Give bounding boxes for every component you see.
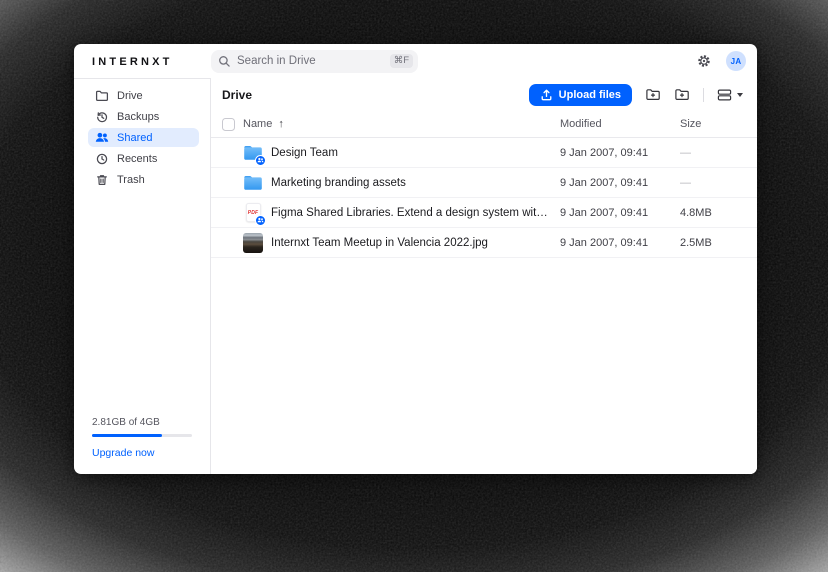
image-thumbnail bbox=[243, 233, 263, 253]
storage-progress-fill bbox=[92, 434, 162, 437]
sidebar-item-shared[interactable]: Shared bbox=[88, 128, 199, 147]
sidebar-item-trash[interactable]: Trash bbox=[88, 170, 199, 189]
history-icon bbox=[95, 110, 109, 124]
clock-icon bbox=[95, 152, 109, 166]
sidebar-item-label: Shared bbox=[117, 132, 152, 144]
search-shortcut-badge: ⌘F bbox=[390, 54, 413, 68]
empty-area bbox=[211, 258, 757, 474]
storage-progress-track bbox=[92, 434, 192, 437]
settings-gear-icon[interactable] bbox=[697, 54, 711, 68]
upload-files-label: Upload files bbox=[559, 89, 621, 101]
column-header-size[interactable]: Size bbox=[680, 118, 757, 130]
sidebar-item-backups[interactable]: Backups bbox=[88, 107, 199, 126]
main-content: Drive Upload files bbox=[211, 78, 757, 474]
file-size: — bbox=[680, 147, 757, 159]
pdf-file-icon: PDF bbox=[243, 203, 263, 223]
file-modified: 9 Jan 2007, 09:41 bbox=[560, 147, 680, 159]
file-name: Marketing branding assets bbox=[271, 177, 416, 189]
search-placeholder: Search in Drive bbox=[237, 55, 390, 67]
file-size: — bbox=[680, 177, 757, 189]
breadcrumb[interactable]: Drive bbox=[222, 88, 252, 102]
select-all-checkbox[interactable] bbox=[222, 118, 235, 131]
list-view-icon bbox=[717, 88, 732, 102]
pdf-label: PDF bbox=[248, 210, 259, 216]
upgrade-now-link[interactable]: Upgrade now bbox=[92, 447, 154, 459]
upload-folder-button[interactable] bbox=[645, 87, 661, 102]
internxt-logo: INTERNXT bbox=[92, 56, 173, 68]
content-toolbar: Drive Upload files bbox=[211, 78, 757, 111]
file-modified: 9 Jan 2007, 09:41 bbox=[560, 237, 680, 249]
sidebar-item-recents[interactable]: Recents bbox=[88, 149, 199, 168]
file-modified: 9 Jan 2007, 09:41 bbox=[560, 177, 680, 189]
storage-section: 2.81GB of 4GB Upgrade now bbox=[74, 417, 210, 474]
sidebar: Drive Backups bbox=[74, 78, 211, 474]
sort-ascending-icon[interactable]: ↑ bbox=[278, 118, 284, 130]
file-modified: 9 Jan 2007, 09:41 bbox=[560, 207, 680, 219]
shared-folder-icon bbox=[243, 143, 263, 163]
chevron-down-icon bbox=[737, 93, 743, 97]
sidebar-item-label: Recents bbox=[117, 153, 157, 165]
file-name: Internxt Team Meetup in Valencia 2022.jp… bbox=[271, 237, 498, 249]
view-mode-toggle[interactable] bbox=[717, 88, 743, 102]
toolbar-separator bbox=[703, 88, 704, 102]
file-size: 2.5MB bbox=[680, 237, 757, 249]
sidebar-item-label: Trash bbox=[117, 174, 145, 186]
search-icon bbox=[218, 55, 231, 68]
file-name: Figma Shared Libraries. Extend a design … bbox=[271, 207, 560, 219]
file-row-design-team[interactable]: Design Team 9 Jan 2007, 09:41 — bbox=[211, 138, 757, 168]
app-window: INTERNXT Search in Drive ⌘F JA bbox=[74, 44, 757, 474]
new-folder-button[interactable] bbox=[674, 87, 690, 102]
file-row-marketing-assets[interactable]: Marketing branding assets 9 Jan 2007, 09… bbox=[211, 168, 757, 198]
file-name: Design Team bbox=[271, 147, 348, 159]
search-input[interactable]: Search in Drive ⌘F bbox=[211, 50, 418, 73]
table-header: Name ↑ Modified Size bbox=[211, 111, 757, 137]
folder-icon bbox=[95, 89, 109, 102]
shared-badge-icon bbox=[255, 155, 266, 166]
titlebar: INTERNXT Search in Drive ⌘F JA bbox=[74, 44, 757, 78]
trash-icon bbox=[95, 173, 109, 187]
shared-badge-icon bbox=[255, 215, 266, 226]
file-row-valencia-jpg[interactable]: Internxt Team Meetup in Valencia 2022.jp… bbox=[211, 228, 757, 258]
file-size: 4.8MB bbox=[680, 207, 757, 219]
sidebar-item-label: Backups bbox=[117, 111, 159, 123]
column-header-modified[interactable]: Modified bbox=[560, 118, 680, 130]
column-header-name[interactable]: Name bbox=[243, 118, 272, 130]
people-icon bbox=[95, 131, 109, 144]
sidebar-item-label: Drive bbox=[117, 90, 143, 102]
upload-icon bbox=[540, 88, 553, 101]
file-row-figma-pdf[interactable]: PDF Figma Shared Libraries. Extend a des… bbox=[211, 198, 757, 228]
upload-files-button[interactable]: Upload files bbox=[529, 84, 632, 106]
user-avatar[interactable]: JA bbox=[726, 51, 746, 71]
storage-usage-text: 2.81GB of 4GB bbox=[92, 417, 210, 428]
sidebar-item-drive[interactable]: Drive bbox=[88, 86, 199, 105]
folder-icon bbox=[243, 173, 263, 193]
